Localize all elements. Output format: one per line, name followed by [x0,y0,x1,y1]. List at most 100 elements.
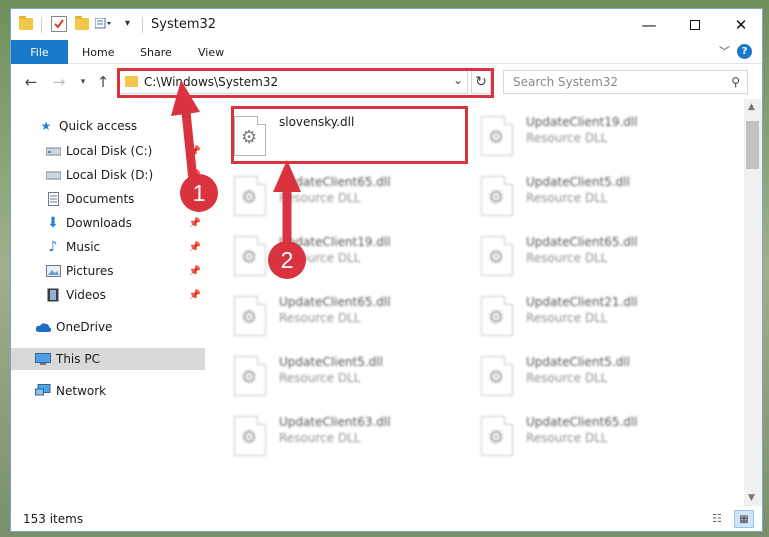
scroll-down-icon[interactable]: ▼ [748,493,755,503]
sidebar-item-pictures[interactable]: Pictures 📌 [11,260,205,282]
gear-icon: ⚙ [488,367,505,388]
scrollbar-thumb[interactable] [746,121,759,169]
sidebar-item-quick-access[interactable]: ★ Quick access [11,115,205,137]
up-button[interactable]: ↑ [93,71,113,93]
details-view-icon[interactable]: ☷ [712,512,728,526]
back-button[interactable]: ← [21,71,41,93]
file-item[interactable]: ⚙ UpdateClient21.dll Resource DLL [476,289,716,345]
gear-icon: ⚙ [241,247,258,268]
sidebar-item-local-disk-c[interactable]: Local Disk (C:) 📌 [11,140,205,162]
close-icon: ✕ [734,15,748,34]
chevron-down-icon: ▾ [80,77,86,87]
monitor-icon [35,352,51,366]
maximize-button[interactable] [672,9,718,40]
gear-icon: ⚙ [241,427,258,448]
pictures-icon [45,264,61,278]
back-arrow-icon: ← [24,73,38,91]
vertical-scrollbar[interactable]: ▲ ▼ [744,99,762,506]
dll-file-icon: ⚙ [481,296,513,336]
file-item[interactable]: ⚙ UpdateClient5.dll Resource DLL [229,349,469,405]
document-icon [45,192,61,206]
file-item[interactable]: ⚙ UpdateClient65.dll Resource DLL [476,409,716,465]
help-icon[interactable]: ? [737,44,752,59]
sidebar-item-downloads[interactable]: ⬇ Downloads 📌 [11,212,205,234]
download-arrow-icon: ⬇ [47,215,59,231]
minimize-icon: — [641,15,657,34]
pin-icon[interactable]: 📌 [189,242,201,253]
properties-icon[interactable] [51,16,67,32]
tab-home[interactable]: Home [82,40,114,64]
file-item[interactable]: ⚙ UpdateClient65.dll Resource DLL [229,169,469,225]
file-item[interactable]: ⚙ UpdateClient5.dll Resource DLL [476,169,716,225]
pin-icon[interactable]: 📌 [189,218,201,229]
film-icon [45,288,61,302]
file-name: UpdateClient65.dll [279,175,391,189]
sidebar-item-videos[interactable]: Videos 📌 [11,284,205,306]
sidebar-item-music[interactable]: ♪ Music 📌 [11,236,205,258]
scroll-up-icon[interactable]: ▲ [748,102,755,112]
forward-arrow-icon: → [52,73,66,91]
dll-file-icon: ⚙ [481,416,513,456]
file-type: Resource DLL [526,131,608,145]
expand-ribbon-icon[interactable]: ﹀ [719,43,730,59]
tab-share[interactable]: Share [140,40,172,64]
file-name: UpdateClient65.dll [526,415,638,429]
folder-icon [19,16,33,30]
gear-icon: ⚙ [488,427,505,448]
recent-locations-button[interactable]: ▾ [73,71,93,93]
sidebar-item-label: Pictures [66,264,114,278]
sidebar-item-network[interactable]: Network [11,380,205,402]
pin-icon[interactable]: 📌 [189,266,201,277]
sidebar-item-onedrive[interactable]: OneDrive [11,316,205,338]
customize-toolbar-icon[interactable] [94,17,111,34]
sidebar-item-label: Quick access [59,119,138,133]
sidebar-item-label: Music [66,240,101,254]
maximize-icon [690,19,700,30]
sidebar-item-documents[interactable]: Documents 📌 [11,188,205,210]
pin-icon[interactable]: 📌 [189,146,201,157]
sidebar-item-local-disk-d[interactable]: Local Disk (D:) 📌 [11,164,205,186]
file-highlight-box [231,106,468,164]
file-item[interactable]: ⚙ UpdateClient65.dll Resource DLL [229,289,469,345]
file-type: Resource DLL [526,191,608,205]
step-badge-1: 1 [180,174,218,212]
large-icons-view-icon[interactable]: ▦ [734,510,754,528]
close-button[interactable]: ✕ [718,9,762,40]
up-arrow-icon: ↑ [96,73,110,91]
dll-file-icon: ⚙ [481,236,513,276]
drive-icon [45,144,61,158]
file-type: Resource DLL [279,431,361,445]
search-input[interactable]: Search System32 [513,75,618,89]
sidebar-item-label: Local Disk (C:) [66,144,153,158]
file-name: UpdateClient5.dll [526,355,630,369]
file-item[interactable]: ⚙ UpdateClient5.dll Resource DLL [476,349,716,405]
file-item[interactable]: ⚙ UpdateClient19.dll Resource DLL [229,229,469,285]
explorer-window: ▾ System32 — ✕ File Home Share View ﹀ ? … [10,8,763,532]
sidebar-item-label: OneDrive [56,320,113,334]
navigation-pane: ★ Quick access Local Disk (C:) 📌 Local D… [11,99,205,506]
forward-button[interactable]: → [49,71,69,93]
file-type: Resource DLL [526,311,608,325]
music-note-icon: ♪ [48,239,58,255]
chevron-down-icon[interactable]: ▾ [125,18,141,34]
file-name: UpdateClient5.dll [279,355,383,369]
address-highlight-box [117,68,494,98]
search-icon[interactable]: ⚲ [731,75,740,89]
dll-file-icon: ⚙ [481,116,513,156]
new-folder-icon[interactable] [75,16,89,30]
file-item[interactable]: ⚙ UpdateClient19.dll Resource DLL [476,109,716,165]
minimize-button[interactable]: — [626,9,672,40]
tab-view[interactable]: View [198,40,224,64]
file-type: Resource DLL [279,191,361,205]
tab-file[interactable]: File [11,40,68,64]
file-item[interactable]: ⚙ UpdateClient63.dll Resource DLL [229,409,469,465]
dll-file-icon: ⚙ [234,416,266,456]
file-item[interactable]: ⚙ UpdateClient65.dll Resource DLL [476,229,716,285]
sidebar-item-this-pc[interactable]: This PC [11,348,205,370]
pin-icon[interactable]: 📌 [189,290,201,301]
dll-file-icon: ⚙ [481,356,513,396]
drive-icon [45,168,61,182]
search-box[interactable]: Search System32 ⚲ [503,70,748,94]
dll-file-icon: ⚙ [234,236,266,276]
file-type: Resource DLL [526,431,608,445]
